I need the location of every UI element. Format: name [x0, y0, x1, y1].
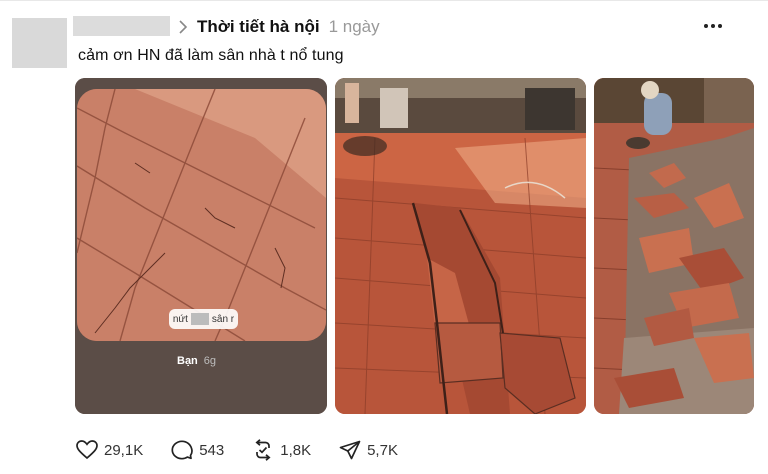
story-label-before: nứt	[172, 313, 188, 325]
story-label-after: sân r	[211, 313, 235, 325]
broken-tiles-pile-photo[interactable]	[594, 78, 754, 414]
post-time: 1 ngày	[328, 17, 380, 36]
cracked-tiles-story[interactable]: nứt sân r Bạn 6g	[75, 78, 327, 414]
buckled-tiles-photo[interactable]	[335, 78, 586, 414]
chevron-right-icon	[179, 20, 188, 34]
post-header: Thời tiết hà nội 1 ngày	[178, 16, 380, 38]
comment-button[interactable]: 543	[171, 440, 224, 460]
repost-icon	[255, 439, 271, 461]
comment-count: 543	[199, 441, 225, 459]
repost-button[interactable]: 1,8K	[252, 439, 311, 461]
viewer-label: Bạn	[177, 355, 198, 367]
share-button[interactable]: 5,7K	[339, 440, 398, 460]
share-count: 5,7K	[367, 441, 398, 459]
share-icon	[339, 440, 361, 460]
avatar[interactable]	[12, 18, 67, 68]
repost-count: 1,8K	[280, 441, 312, 459]
story-text-sticker: nứt sân r	[169, 309, 238, 329]
username-redacted[interactable]	[73, 16, 170, 36]
viewer-time: 6g	[203, 355, 217, 367]
community-name[interactable]: Thời tiết hà nội	[197, 17, 320, 37]
top-divider	[0, 0, 768, 1]
like-count: 29,1K	[104, 441, 144, 459]
buckled-tiles-image	[335, 78, 586, 414]
action-bar: 29,1K 543 1,8K 5,7K	[76, 439, 426, 461]
broken-tiles-image	[594, 78, 754, 414]
story-viewer: Bạn 6g	[177, 355, 216, 367]
heart-icon	[76, 440, 98, 460]
redacted-word	[190, 313, 209, 325]
comment-icon	[171, 440, 194, 460]
like-button[interactable]: 29,1K	[76, 440, 143, 460]
post-text: cảm ơn HN đã làm sân nhà t nổ tung	[78, 47, 344, 64]
more-icon[interactable]	[704, 20, 724, 32]
